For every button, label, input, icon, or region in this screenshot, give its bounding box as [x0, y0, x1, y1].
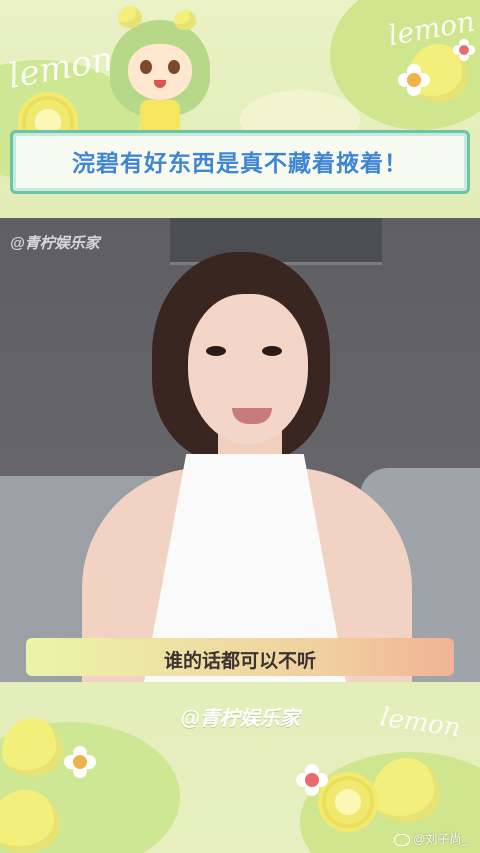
person-eye — [206, 346, 226, 356]
flower-icon — [64, 746, 96, 778]
flower-icon — [398, 64, 430, 96]
lemon-girl-avatar — [104, 6, 216, 132]
subtitle-text: 谁的话都可以不听 — [163, 651, 316, 672]
video-frame[interactable]: @青柠娱乐家 谁的话都可以不听 — [0, 218, 480, 682]
channel-name: @青柠娱乐家 — [180, 708, 300, 730]
credit-text: @刘子尚_ — [413, 832, 468, 846]
flower-icon — [452, 38, 476, 62]
video-watermark: @青柠娱乐家 — [10, 235, 100, 252]
credit-label: @刘子尚_ — [394, 830, 468, 847]
bottom-banner: lemon @青柠娱乐家 @刘子尚_ — [0, 682, 480, 853]
background-shelf — [170, 218, 382, 265]
subtitle-bar: 谁的话都可以不听 — [26, 638, 454, 676]
page-title: 浣碧有好东西是真不藏着掖着！ — [72, 150, 408, 176]
title-banner: 浣碧有好东西是真不藏着掖着！ — [10, 130, 470, 194]
person-eye — [262, 346, 282, 356]
top-banner: lemon lemon 浣碧有好东西是真不藏着掖着！ — [0, 0, 480, 218]
weibo-icon — [394, 833, 411, 846]
flower-icon — [296, 764, 328, 796]
